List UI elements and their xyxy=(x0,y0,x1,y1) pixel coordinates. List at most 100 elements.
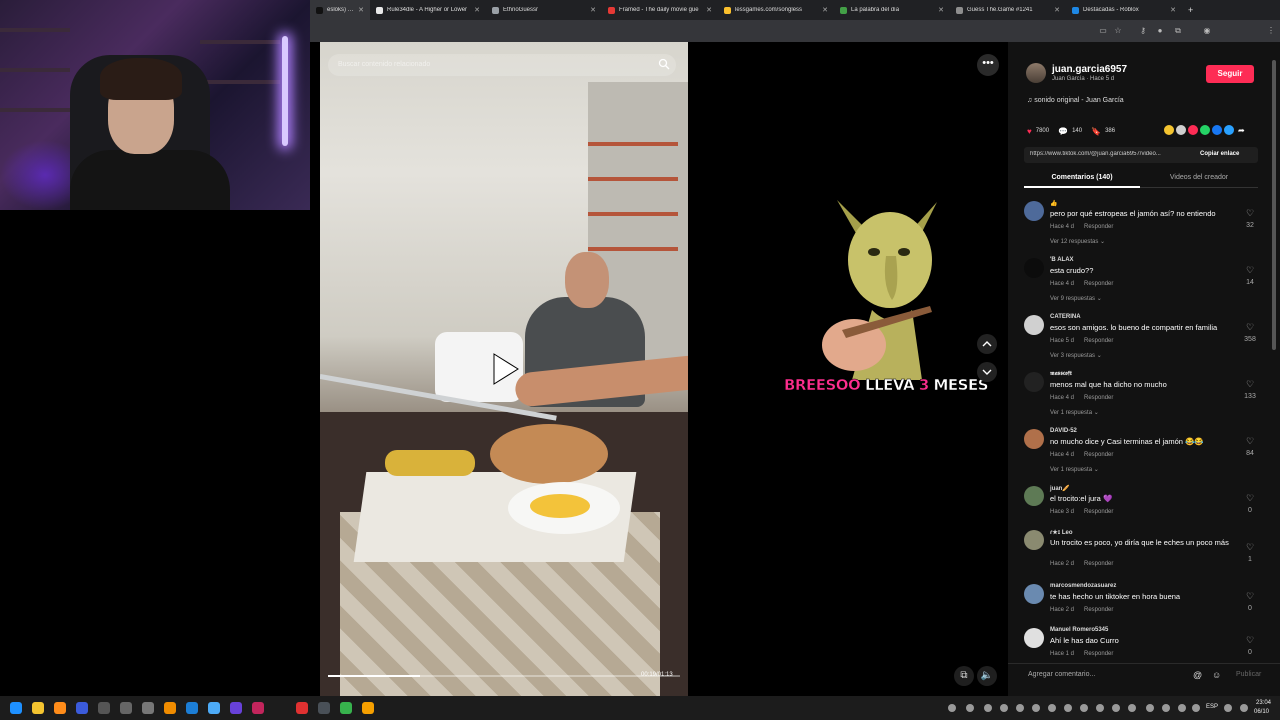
browser-tab[interactable]: Rule34dle - A Higher or Lower ✕ xyxy=(370,0,486,20)
close-tab-icon[interactable]: ✕ xyxy=(358,6,364,14)
copy-link-button[interactable]: Copiar enlace xyxy=(1200,151,1239,157)
comment-user[interactable]: marcosmendozasuarez xyxy=(1050,583,1116,589)
browser-tab[interactable]: lessgames.com/songless ✕ xyxy=(718,0,834,20)
bookmark-star-icon[interactable]: ☆ xyxy=(1113,26,1123,36)
tray-icon[interactable] xyxy=(1016,704,1024,712)
tray-icon[interactable] xyxy=(1048,704,1056,712)
volume-icon[interactable]: 🔈 xyxy=(977,666,997,686)
avatar[interactable] xyxy=(1024,486,1044,506)
share-option-icon[interactable] xyxy=(1200,125,1210,135)
profile-icon[interactable]: ◉ xyxy=(1202,26,1212,36)
puzzle-icon[interactable]: ⧉ xyxy=(1173,26,1183,36)
tray-icon[interactable] xyxy=(1000,704,1008,712)
like-stat[interactable]: ♥ 7800 xyxy=(1027,127,1049,136)
search-icon[interactable] xyxy=(658,58,672,72)
browser-tab[interactable]: esloks) | TikT✕ xyxy=(310,0,370,20)
heart-icon[interactable]: ♡ xyxy=(1244,322,1256,333)
menu-icon[interactable]: ⋮ xyxy=(1266,26,1276,36)
browser-tab[interactable]: Framed - The daily movie gue ✕ xyxy=(602,0,718,20)
tab-comments[interactable]: Comentarios (140) xyxy=(1024,170,1140,188)
heart-icon[interactable]: ♡ xyxy=(1244,635,1256,646)
language-indicator[interactable]: ESP xyxy=(1206,704,1218,710)
taskbar-app-icon[interactable] xyxy=(142,702,154,714)
tray-icon[interactable] xyxy=(1178,704,1186,712)
mention-icon[interactable]: @ xyxy=(1193,670,1202,680)
reply-button[interactable]: Responder xyxy=(1084,651,1113,657)
clock-date[interactable]: 06/10 xyxy=(1254,709,1269,715)
reply-button[interactable]: Responder xyxy=(1084,561,1113,567)
tray-icon[interactable] xyxy=(1112,704,1120,712)
sound-link[interactable]: ♫ sonido original - Juan García xyxy=(1027,97,1124,104)
taskbar-app-icon[interactable] xyxy=(318,702,330,714)
tray-icon[interactable] xyxy=(1240,704,1248,712)
follow-button[interactable]: Seguir xyxy=(1206,65,1254,83)
emoji-icon[interactable]: ☺ xyxy=(1212,670,1221,680)
search-input[interactable]: Buscar contenido relacionado xyxy=(328,54,676,76)
avatar[interactable] xyxy=(1024,372,1044,392)
avatar[interactable] xyxy=(1024,201,1044,221)
close-tab-icon[interactable]: ✕ xyxy=(938,6,944,14)
avatar[interactable] xyxy=(1024,429,1044,449)
tab-creator-videos[interactable]: Videos del creador xyxy=(1140,170,1258,188)
taskbar-app-icon[interactable] xyxy=(186,702,198,714)
share-option-icon[interactable] xyxy=(1212,125,1222,135)
tray-icon[interactable] xyxy=(948,704,956,712)
taskbar-app-icon[interactable] xyxy=(164,702,176,714)
avatar[interactable] xyxy=(1024,628,1044,648)
close-tab-icon[interactable]: ✕ xyxy=(590,6,596,14)
browser-tab[interactable]: Guess The.Game #1241 ✕ xyxy=(950,0,1066,20)
tray-icon[interactable] xyxy=(1080,704,1088,712)
scrollbar[interactable] xyxy=(1272,60,1276,350)
install-icon[interactable]: ▭ xyxy=(1098,26,1108,36)
heart-icon[interactable]: ♡ xyxy=(1244,493,1256,504)
reply-button[interactable]: Responder xyxy=(1084,281,1113,287)
view-replies-button[interactable]: Ver 1 respuesta ⌄ xyxy=(1050,466,1099,473)
pip-icon[interactable]: ⧉ xyxy=(954,666,974,686)
taskbar-app-icon[interactable] xyxy=(76,702,88,714)
link-url[interactable]: https://www.tiktok.com/@juan.garcia6957/… xyxy=(1030,151,1190,157)
avatar[interactable] xyxy=(1026,63,1046,83)
tray-icon[interactable] xyxy=(1032,704,1040,712)
play-icon[interactable] xyxy=(490,352,520,386)
view-replies-button[interactable]: Ver 1 respuesta ⌄ xyxy=(1050,409,1099,416)
comment-user[interactable]: DAVID-52 xyxy=(1050,428,1077,434)
heart-icon[interactable]: ♡ xyxy=(1244,265,1256,276)
close-tab-icon[interactable]: ✕ xyxy=(1170,6,1176,14)
share-option-icon[interactable] xyxy=(1176,125,1186,135)
clock-time[interactable]: 23:04 xyxy=(1256,700,1271,706)
taskbar-app-icon[interactable] xyxy=(340,702,352,714)
tray-icon[interactable] xyxy=(1224,704,1232,712)
taskbar-app-icon[interactable] xyxy=(230,702,242,714)
save-stat[interactable]: 🔖 386 xyxy=(1091,127,1115,136)
avatar[interactable] xyxy=(1024,530,1044,550)
avatar[interactable] xyxy=(1024,584,1044,604)
heart-icon[interactable]: ♡ xyxy=(1244,379,1256,390)
heart-icon[interactable]: ♡ xyxy=(1244,542,1256,553)
share-option-icon[interactable] xyxy=(1188,125,1198,135)
close-tab-icon[interactable]: ✕ xyxy=(822,6,828,14)
previous-video-button[interactable] xyxy=(977,334,997,354)
tray-icon[interactable] xyxy=(984,704,992,712)
tray-icon[interactable] xyxy=(1128,704,1136,712)
reply-button[interactable]: Responder xyxy=(1084,509,1113,515)
author-name[interactable]: juan.garcia6957 xyxy=(1052,64,1127,75)
more-options-button[interactable]: ••• xyxy=(977,54,999,76)
comment-user[interactable]: juan🥖 xyxy=(1050,485,1070,492)
avatar[interactable] xyxy=(1024,315,1044,335)
taskbar-app-icon[interactable] xyxy=(98,702,110,714)
new-tab-button[interactable]: + xyxy=(1182,0,1199,20)
reply-button[interactable]: Responder xyxy=(1084,452,1113,458)
taskbar-app-icon[interactable] xyxy=(208,702,220,714)
browser-tab[interactable]: EthnoGuessr ✕ xyxy=(486,0,602,20)
comment-user[interactable]: 👍 xyxy=(1050,200,1057,207)
extension-icon[interactable]: ● xyxy=(1155,26,1165,36)
tray-icon[interactable] xyxy=(1064,704,1072,712)
key-icon[interactable]: ⚷ xyxy=(1138,26,1148,36)
comment-user[interactable]: CATERINA xyxy=(1050,314,1081,320)
reply-button[interactable]: Responder xyxy=(1084,338,1113,344)
comment-user[interactable]: Manuel Romero5345 xyxy=(1050,627,1108,633)
share-option-icon[interactable] xyxy=(1224,125,1234,135)
taskbar-app-icon[interactable] xyxy=(296,702,308,714)
close-tab-icon[interactable]: ✕ xyxy=(706,6,712,14)
close-tab-icon[interactable]: ✕ xyxy=(1054,6,1060,14)
